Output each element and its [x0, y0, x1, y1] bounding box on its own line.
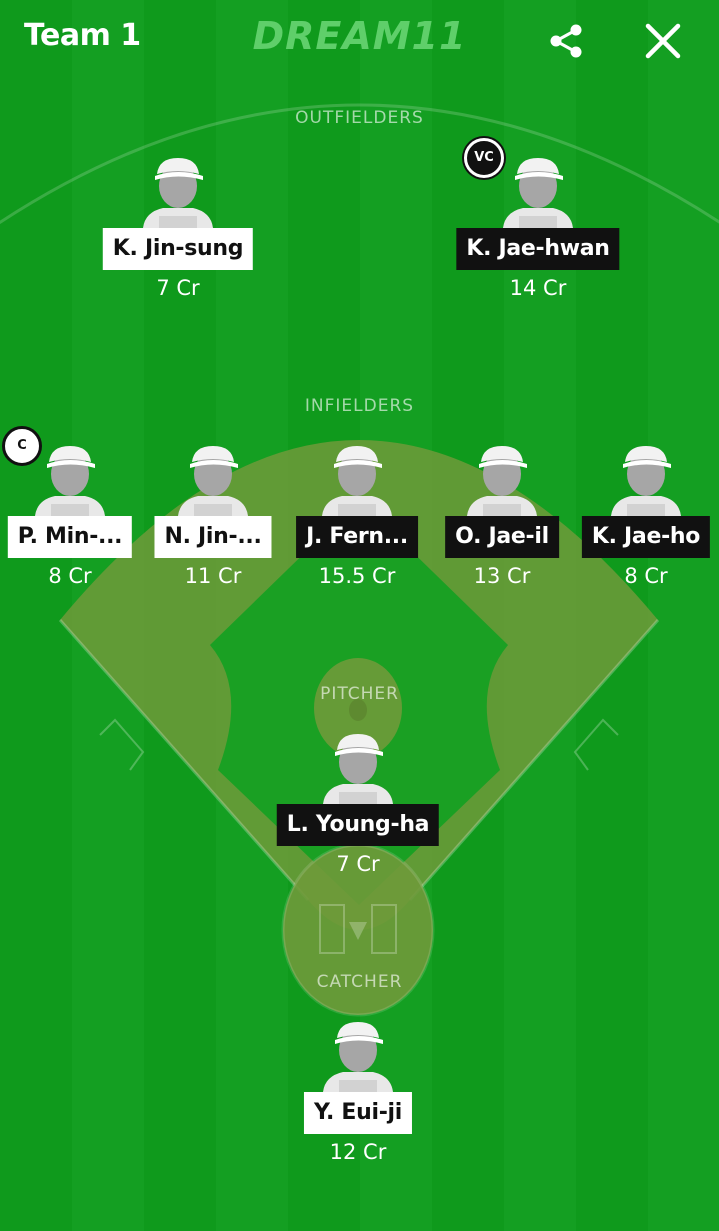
player-name: P. Min-...: [7, 516, 133, 558]
player-credits: 8 Cr: [624, 564, 668, 588]
section-infielders: INFIELDERS: [304, 396, 415, 416]
player-name: Y. Eui-ji: [303, 1092, 413, 1134]
close-icon: [645, 23, 681, 59]
player-card[interactable]: K. Jae-ho 8 Cr: [571, 444, 719, 588]
player-card[interactable]: Y. Eui-ji 12 Cr: [283, 1020, 433, 1164]
player-card[interactable]: O. Jae-il 13 Cr: [427, 444, 577, 588]
player-avatar: [497, 156, 579, 228]
section-outfielders: OUTFIELDERS: [295, 108, 424, 128]
close-button[interactable]: [642, 20, 684, 62]
share-icon: [550, 24, 582, 58]
player-avatar-icon: [467, 446, 537, 516]
player-avatar-icon: [503, 158, 573, 228]
player-avatar-icon: [323, 734, 393, 804]
player-name: K. Jae-hwan: [456, 228, 620, 270]
player-card[interactable]: N. Jin-... 11 Cr: [138, 444, 288, 588]
player-credits: 13 Cr: [473, 564, 531, 588]
player-credits: 8 Cr: [48, 564, 92, 588]
player-card[interactable]: J. Fern... 15.5 Cr: [282, 444, 432, 588]
section-pitcher: PITCHER: [320, 684, 399, 704]
player-avatar-icon: [322, 446, 392, 516]
player-avatar: [172, 444, 254, 516]
player-name: L. Young-ha: [276, 804, 440, 846]
share-button[interactable]: [548, 22, 586, 60]
player-credits: 11 Cr: [184, 564, 242, 588]
player-name: O. Jae-il: [445, 516, 559, 558]
player-card[interactable]: L. Young-ha 7 Cr: [276, 732, 440, 876]
player-name: K. Jae-ho: [581, 516, 711, 558]
player-credits: 7 Cr: [156, 276, 200, 300]
player-avatar-icon: [35, 446, 105, 516]
player-avatar: [605, 444, 687, 516]
player-avatar: [317, 732, 399, 804]
player-credits: 12 Cr: [329, 1140, 387, 1164]
baseball-field: Team 1 DREAM11 OUTFIELDERS INFIELDERS PI…: [0, 0, 719, 1231]
player-avatar-icon: [143, 158, 213, 228]
player-credits: 15.5 Cr: [318, 564, 396, 588]
dream11-logo: DREAM11: [252, 14, 467, 58]
player-avatar: [461, 444, 543, 516]
player-name: J. Fern...: [296, 516, 418, 558]
section-catcher: CATCHER: [316, 972, 403, 992]
player-avatar: [317, 1020, 399, 1092]
player-card[interactable]: K. Jin-sung 7 Cr: [102, 156, 254, 300]
player-avatar: [316, 444, 398, 516]
player-avatar: [137, 156, 219, 228]
player-name: N. Jin-...: [154, 516, 272, 558]
player-avatar: [29, 444, 111, 516]
player-credits: 14 Cr: [509, 276, 567, 300]
vice-captain-badge: VC: [464, 138, 504, 178]
player-avatar-icon: [323, 1022, 393, 1092]
player-avatar-icon: [611, 446, 681, 516]
player-credits: 7 Cr: [336, 852, 380, 876]
player-name: K. Jin-sung: [102, 228, 254, 270]
captain-badge: C: [2, 426, 42, 466]
player-avatar-icon: [178, 446, 248, 516]
